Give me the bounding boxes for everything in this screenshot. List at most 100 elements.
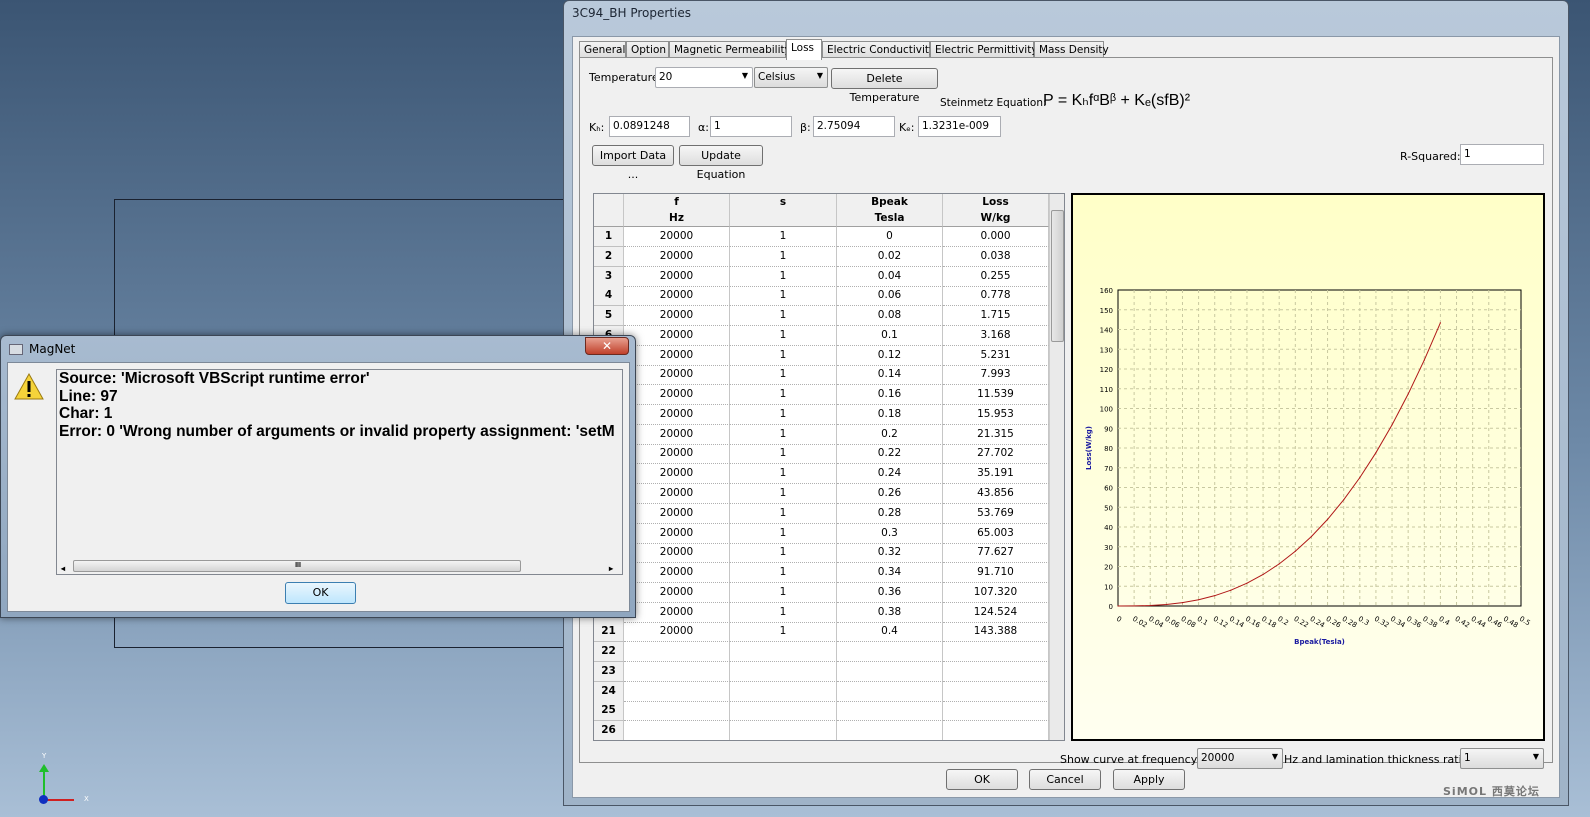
dialog-ok-button[interactable]: OK: [285, 582, 356, 604]
table-cell[interactable]: [624, 701, 730, 722]
delete-temperature-button[interactable]: Delete Temperature: [831, 68, 938, 104]
table-cell[interactable]: 20000: [624, 227, 730, 247]
table-cell[interactable]: 0.34: [837, 563, 943, 584]
row-number[interactable]: 1: [594, 227, 624, 247]
table-cell[interactable]: 0.24: [837, 464, 943, 485]
table-cell[interactable]: 0.778: [943, 286, 1049, 307]
scrollbar-thumb[interactable]: [1051, 210, 1064, 342]
table-cell[interactable]: [837, 721, 943, 740]
table-cell[interactable]: 20000: [624, 582, 730, 603]
table-cell[interactable]: 27.702: [943, 444, 1049, 465]
table-cell[interactable]: 0.2: [837, 424, 943, 445]
table-cell[interactable]: 0.36: [837, 582, 943, 603]
table-cell[interactable]: 53.769: [943, 503, 1049, 524]
table-cell[interactable]: [730, 661, 837, 682]
table-cell[interactable]: 21.315: [943, 424, 1049, 445]
table-cell[interactable]: [624, 642, 730, 663]
ratio-select[interactable]: 1 ▼: [1460, 748, 1544, 769]
table-cell[interactable]: [837, 642, 943, 663]
table-cell[interactable]: 0.38: [837, 602, 943, 623]
table-cell[interactable]: 107.320: [943, 582, 1049, 603]
cancel-button[interactable]: Cancel: [1029, 769, 1101, 790]
table-cell[interactable]: [837, 681, 943, 702]
table-cell[interactable]: 20000: [624, 563, 730, 584]
table-cell[interactable]: 0.18: [837, 404, 943, 425]
table-cell[interactable]: 0.22: [837, 444, 943, 465]
temperature-select[interactable]: 20 ▼: [655, 67, 753, 88]
table-cell[interactable]: 77.627: [943, 543, 1049, 564]
table-cell[interactable]: 1: [730, 582, 837, 603]
close-icon[interactable]: ✕: [585, 337, 629, 355]
table-cell[interactable]: 20000: [624, 622, 730, 643]
row-number[interactable]: 24: [594, 681, 624, 702]
table-cell[interactable]: 1: [730, 404, 837, 425]
table-cell[interactable]: 0.4: [837, 622, 943, 643]
table-cell[interactable]: 1.715: [943, 306, 1049, 327]
r-squared-input[interactable]: 1: [1460, 144, 1544, 165]
table-cell[interactable]: 20000: [624, 404, 730, 425]
table-cell[interactable]: 1: [730, 503, 837, 524]
table-cell[interactable]: 0.32: [837, 543, 943, 564]
table-cell[interactable]: [837, 661, 943, 682]
table-cell[interactable]: 0.14: [837, 365, 943, 386]
table-cell[interactable]: 5.231: [943, 345, 1049, 366]
table-cell[interactable]: [624, 721, 730, 740]
table-cell[interactable]: 20000: [624, 503, 730, 524]
frequency-select[interactable]: 20000 ▼: [1197, 748, 1283, 769]
table-cell[interactable]: [730, 701, 837, 722]
table-cell[interactable]: 20000: [624, 325, 730, 346]
table-cell[interactable]: 1: [730, 602, 837, 623]
table-cell[interactable]: 20000: [624, 266, 730, 287]
table-cell[interactable]: 1: [730, 286, 837, 307]
table-cell[interactable]: 1: [730, 385, 837, 406]
table-cell[interactable]: 1: [730, 345, 837, 366]
table-cell[interactable]: 0: [837, 227, 943, 247]
table-cell[interactable]: 20000: [624, 543, 730, 564]
table-cell[interactable]: 65.003: [943, 523, 1049, 544]
table-cell[interactable]: [943, 701, 1049, 722]
table-cell[interactable]: 20000: [624, 464, 730, 485]
table-cell[interactable]: 1: [730, 484, 837, 504]
table-cell[interactable]: 20000: [624, 385, 730, 406]
table-cell[interactable]: 43.856: [943, 484, 1049, 504]
table-cell[interactable]: 1: [730, 563, 837, 584]
table-cell[interactable]: 143.388: [943, 622, 1049, 643]
table-cell[interactable]: 1: [730, 464, 837, 485]
row-number[interactable]: 21: [594, 622, 624, 643]
table-cell[interactable]: 1: [730, 325, 837, 346]
table-cell[interactable]: 1: [730, 227, 837, 247]
ke-input[interactable]: 1.3231e-009: [918, 116, 1001, 137]
table-cell[interactable]: 0.000: [943, 227, 1049, 247]
table-cell[interactable]: [730, 681, 837, 702]
scroll-right-icon[interactable]: ▸: [609, 560, 613, 574]
table-cell[interactable]: 20000: [624, 345, 730, 366]
table-cell[interactable]: 20000: [624, 484, 730, 504]
scrollbar-thumb[interactable]: III: [73, 560, 521, 572]
table-cell[interactable]: 1: [730, 306, 837, 327]
table-cell[interactable]: 0.04: [837, 266, 943, 287]
table-cell[interactable]: 1: [730, 365, 837, 386]
table-cell[interactable]: 0.3: [837, 523, 943, 544]
row-number[interactable]: 23: [594, 661, 624, 682]
table-cell[interactable]: 1: [730, 266, 837, 287]
table-cell[interactable]: 1: [730, 444, 837, 465]
table-cell[interactable]: 20000: [624, 523, 730, 544]
table-cell[interactable]: 0.08: [837, 306, 943, 327]
row-number[interactable]: 22: [594, 642, 624, 663]
table-cell[interactable]: 11.539: [943, 385, 1049, 406]
unit-select[interactable]: Celsius ▼: [754, 67, 828, 88]
table-cell[interactable]: 1: [730, 543, 837, 564]
table-cell[interactable]: [624, 661, 730, 682]
table-cell[interactable]: [943, 661, 1049, 682]
horizontal-scrollbar[interactable]: ◂ III ▸: [57, 558, 622, 574]
row-number[interactable]: 5: [594, 306, 624, 327]
alpha-input[interactable]: 1: [710, 116, 792, 137]
table-cell[interactable]: 1: [730, 246, 837, 267]
table-cell[interactable]: 20000: [624, 424, 730, 445]
table-cell[interactable]: 0.26: [837, 484, 943, 504]
table-cell[interactable]: [837, 701, 943, 722]
table-cell[interactable]: 3.168: [943, 325, 1049, 346]
table-cell[interactable]: 20000: [624, 444, 730, 465]
table-cell[interactable]: 0.038: [943, 246, 1049, 267]
update-equation-button[interactable]: Update Equation: [679, 145, 763, 181]
